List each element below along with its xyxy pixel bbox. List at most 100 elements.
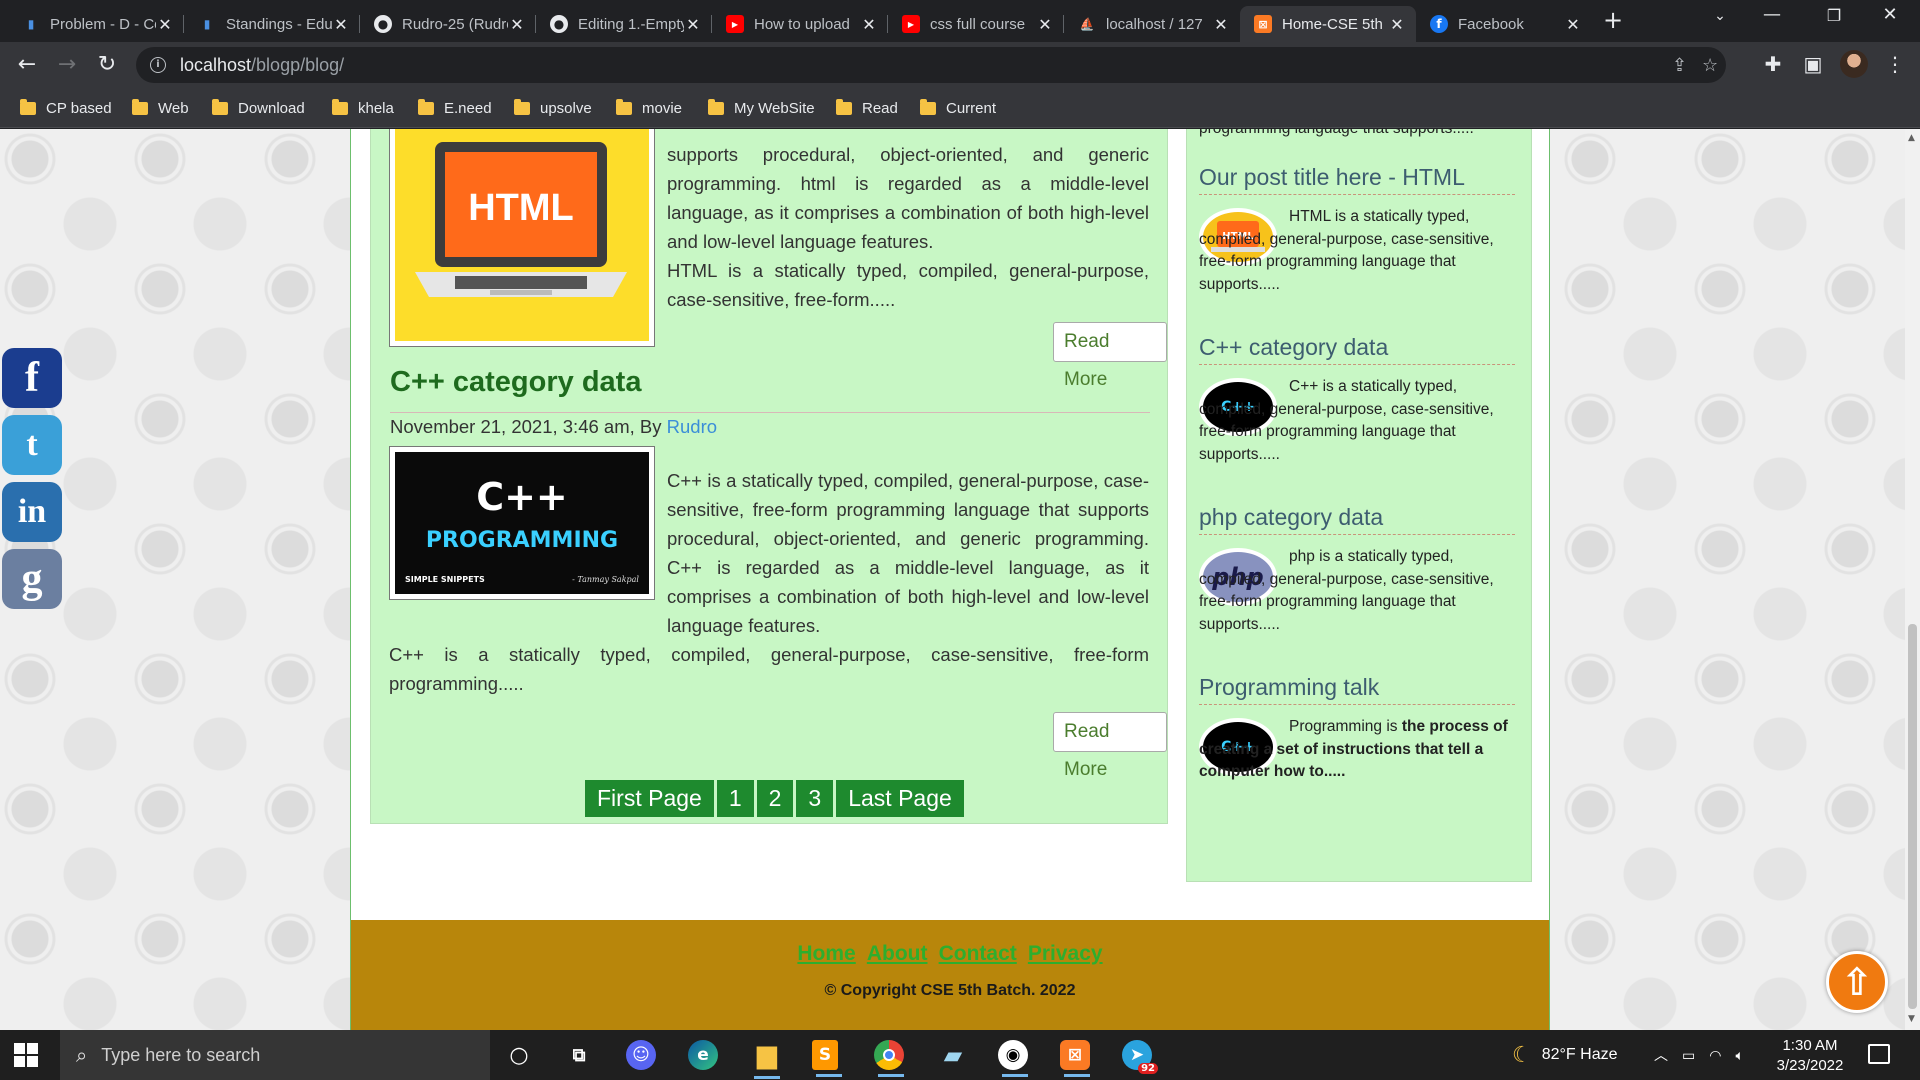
sidebar-post-title[interactable]: php category data	[1199, 504, 1515, 535]
pagination-page-3[interactable]: 3	[796, 780, 834, 817]
profile-avatar[interactable]	[1840, 50, 1868, 78]
close-icon[interactable]: ✕	[1212, 15, 1230, 34]
site-info-icon[interactable]: i	[150, 57, 166, 73]
address-bar[interactable]: i localhost/blogp/blog/ ⇪ ☆	[136, 47, 1726, 83]
menu-kebab-icon[interactable]: ⋮	[1882, 52, 1908, 76]
footer-link-privacy[interactable]: Privacy	[1028, 942, 1103, 965]
volume-icon[interactable]: 🔈︎	[1735, 1047, 1743, 1064]
pagination-last[interactable]: Last Page	[836, 780, 964, 817]
bookmark-folder[interactable]: Current	[920, 96, 996, 120]
pagination-page-2[interactable]: 2	[756, 780, 794, 817]
close-icon[interactable]: ✕	[508, 15, 526, 34]
restore-button[interactable]: ❐	[1814, 6, 1854, 25]
tab-search-icon[interactable]: ⌄	[1700, 8, 1740, 24]
scroll-to-top-button[interactable]: ⇧	[1826, 951, 1888, 1013]
pagination-page-1[interactable]: 1	[716, 780, 754, 817]
bookmark-folder[interactable]: Download	[212, 96, 305, 120]
facebook-icon[interactable]: f	[2, 348, 62, 408]
wifi-icon[interactable]: ◠	[1709, 1047, 1721, 1064]
notepad-icon[interactable]: ▰	[936, 1038, 970, 1072]
author-link[interactable]: Rudro	[667, 416, 717, 437]
sidebar-post-title[interactable]: Our post title here - HTML	[1199, 164, 1515, 195]
cpp-programming-image: C++ PROGRAMMING SIMPLE SNIPPETS - Tanmay…	[395, 452, 649, 594]
footer-link-contact[interactable]: Contact	[939, 942, 1017, 965]
tab-6[interactable]: ⛵ localhost / 127 ✕	[1064, 6, 1240, 42]
bookmark-folder[interactable]: CP based	[20, 96, 112, 120]
bookmark-star-icon[interactable]: ☆	[1702, 55, 1718, 76]
forward-arrow-icon[interactable]: →	[52, 50, 82, 80]
file-explorer-icon[interactable]: ▆	[750, 1038, 784, 1079]
battery-icon[interactable]: ▭	[1682, 1047, 1695, 1064]
close-icon[interactable]: ✕	[1388, 15, 1406, 34]
close-icon[interactable]: ✕	[156, 15, 174, 34]
xampp-icon[interactable]: ⊠	[1060, 1040, 1090, 1077]
sidebar-post-title[interactable]: C++ category data	[1199, 334, 1515, 365]
taskbar-search-box[interactable]: ⌕ Type here to search	[60, 1030, 490, 1080]
task-view-icon[interactable]: ⧉	[562, 1038, 596, 1072]
html-laptop-image: HTML	[395, 129, 649, 341]
tray-chevron-up-icon[interactable]: ︿	[1654, 1045, 1668, 1065]
close-icon[interactable]: ✕	[1564, 15, 1582, 34]
post-title[interactable]: C++ category data	[390, 366, 641, 399]
weather-widget[interactable]: ☾ 82°F Haze	[1512, 1030, 1618, 1080]
scrollbar-thumb[interactable]	[1908, 624, 1917, 1009]
sidebar-cutoff-text: programming language that supports.....	[1199, 129, 1515, 141]
close-icon[interactable]: ✕	[332, 15, 350, 34]
cortana-icon[interactable]: ○	[502, 1038, 536, 1072]
sidebar-post-excerpt: C++ is a statically typed, compiled, gen…	[1199, 378, 1494, 463]
tab-2[interactable]: ● Rudro-25 (Rudro) ✕	[360, 6, 536, 42]
side-panel-icon[interactable]: ▣	[1800, 52, 1826, 76]
bookmark-folder[interactable]: Web	[132, 96, 189, 120]
facebook-icon: f	[1430, 15, 1448, 33]
footer-link-home[interactable]: Home	[797, 942, 855, 965]
sublime-text-icon[interactable]: S	[812, 1040, 842, 1077]
back-arrow-icon[interactable]: ←	[12, 50, 42, 80]
new-tab-button[interactable]: +	[1598, 6, 1628, 34]
read-more-button[interactable]: Read More	[1053, 712, 1167, 780]
discord-icon[interactable]: ☺	[626, 1040, 656, 1070]
bookmark-folder[interactable]: Read	[836, 96, 898, 120]
footer-link-about[interactable]: About	[867, 942, 928, 965]
bookmark-folder[interactable]: movie	[616, 96, 682, 120]
tab-1[interactable]: ▮ Standings - Educational ✕	[184, 6, 360, 42]
close-window-button[interactable]: ✕	[1870, 4, 1910, 25]
close-icon[interactable]: ✕	[860, 15, 878, 34]
pagination-first[interactable]: First Page	[585, 780, 714, 817]
scroll-down-arrow-icon[interactable]: ▼	[1908, 1014, 1915, 1024]
tab-7-active[interactable]: ⊠ Home-CSE 5th ✕	[1240, 6, 1416, 42]
bookmark-folder[interactable]: My WebSite	[708, 96, 815, 120]
sidebar-post-title[interactable]: Programming talk	[1199, 674, 1515, 705]
taskbar-clock[interactable]: 1:30 AM 3/23/2022	[1760, 1036, 1860, 1076]
extensions-puzzle-icon[interactable]: ✚	[1760, 52, 1786, 76]
tab-8[interactable]: f Facebook ✕	[1416, 6, 1592, 42]
page-scrollbar[interactable]: ▲ ▼	[1905, 129, 1920, 1030]
tab-4[interactable]: ▶ How to upload ✕	[712, 6, 888, 42]
tab-5[interactable]: ▶ css full course ✕	[888, 6, 1064, 42]
google-icon[interactable]: g	[2, 549, 62, 609]
windows-taskbar: ⌕ Type here to search ○ ⧉ ☺ e ▆ S ▰ ◉ ⊠ …	[0, 1030, 1920, 1080]
close-icon[interactable]: ✕	[1036, 15, 1054, 34]
bookmark-folder[interactable]: E.need	[418, 96, 492, 120]
edge-icon[interactable]: e	[688, 1040, 718, 1070]
scroll-up-arrow-icon[interactable]: ▲	[1908, 133, 1915, 143]
bookmark-folder[interactable]: upsolve	[514, 96, 592, 120]
read-more-button[interactable]: Read More	[1053, 322, 1167, 390]
minimize-button[interactable]: —	[1752, 4, 1792, 25]
post-excerpt-more: C++ is a statically typed, compiled, gen…	[389, 644, 1149, 694]
linkedin-icon[interactable]: in	[2, 482, 62, 542]
notification-center-icon[interactable]	[1868, 1044, 1890, 1064]
share-icon[interactable]: ⇪	[1672, 55, 1687, 76]
twitter-icon[interactable]: t	[2, 415, 62, 475]
telegram-icon[interactable]: ➤ 92	[1122, 1040, 1158, 1074]
bookmark-label: khela	[358, 99, 394, 117]
chrome-icon[interactable]	[874, 1040, 904, 1077]
github-desktop-icon[interactable]: ◉	[998, 1040, 1028, 1077]
tab-title: Rudro-25 (Rudro)	[402, 15, 508, 33]
bookmark-folder[interactable]: khela	[332, 96, 394, 120]
tab-0[interactable]: ▮ Problem - D - Codeforces ✕	[8, 6, 184, 42]
tab-3[interactable]: ● Editing 1.-Empty ✕	[536, 6, 712, 42]
windows-start-icon[interactable]	[14, 1043, 38, 1067]
reload-icon[interactable]: ↻	[92, 50, 122, 80]
cpp-image-label: C++	[476, 475, 568, 519]
close-icon[interactable]: ✕	[684, 15, 702, 34]
